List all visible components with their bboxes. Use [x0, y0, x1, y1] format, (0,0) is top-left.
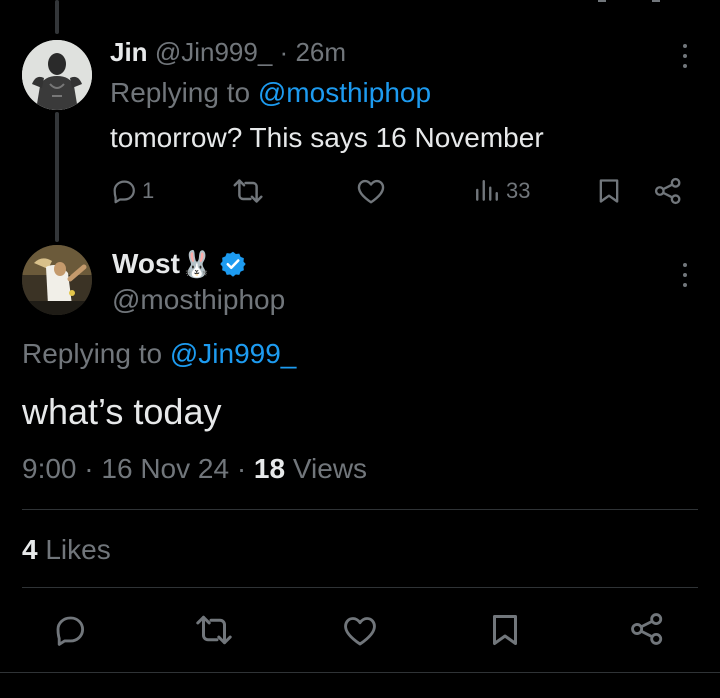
main-author-row: Wost 🐰: [112, 247, 247, 281]
share-icon: [631, 613, 663, 645]
parent-text: tomorrow? This says 16 November: [110, 122, 544, 153]
views-icon: [476, 180, 498, 201]
bottom-divider: [0, 672, 720, 673]
parent-more-icon[interactable]: [682, 44, 688, 74]
main-author-handle[interactable]: @mosthiphop: [112, 283, 285, 317]
parent-author-handle[interactable]: @Jin999_: [155, 37, 272, 67]
main-views-label: Views: [292, 453, 368, 484]
like-icon: [357, 179, 385, 204]
main-reply-button[interactable]: [52, 612, 88, 648]
replying-label: Replying to: [110, 77, 251, 108]
parent-replying-to: Replying to @mosthiphop: [110, 76, 431, 110]
main-replying-label: Replying to: [22, 338, 163, 369]
verified-badge-icon: [220, 251, 247, 277]
main-retweet-button[interactable]: [194, 612, 234, 648]
divider-top: [22, 509, 698, 510]
bookmark-icon: [493, 615, 517, 645]
main-views-count[interactable]: 18: [254, 453, 285, 484]
divider-bottom: [22, 587, 698, 588]
reply-icon: [113, 180, 135, 204]
main-replying-to: Replying to @Jin999_: [22, 337, 296, 371]
retweet-icon: [196, 615, 232, 645]
main-date[interactable]: 16 Nov 24: [101, 453, 229, 484]
share-icon: [654, 177, 681, 205]
separator-dot: ·: [236, 453, 247, 484]
name-emoji: 🐰: [180, 248, 214, 279]
parent-like-button[interactable]: [356, 176, 386, 206]
like-icon: [344, 617, 376, 646]
avatar-wost[interactable]: [22, 245, 92, 315]
thread-line-connector: [55, 112, 59, 242]
main-bookmark-button[interactable]: [490, 612, 520, 648]
main-time[interactable]: 9:00: [22, 453, 77, 484]
parent-header: Jin @Jin999_ · 26m: [110, 35, 346, 69]
bookmark-icon: [599, 179, 619, 203]
parent-share-button[interactable]: [654, 176, 682, 206]
parent-retweet-button[interactable]: [232, 176, 264, 206]
parent-author-name[interactable]: Jin: [110, 37, 148, 67]
avatar-jin[interactable]: [22, 40, 92, 110]
reply-icon: [56, 616, 85, 646]
likes-count: 4: [22, 534, 38, 565]
thread-line-top: [55, 0, 59, 34]
main-more-icon[interactable]: [682, 263, 688, 293]
main-author-name[interactable]: Wost: [112, 248, 180, 280]
parent-bookmark-button[interactable]: [596, 176, 622, 206]
parent-reply-count: 1: [142, 178, 155, 203]
main-replying-to-link[interactable]: @Jin999_: [170, 338, 297, 369]
parent-reply-button[interactable]: 1: [110, 176, 154, 206]
separator-dot: ·: [279, 37, 289, 67]
parent-time-ago[interactable]: 26m: [295, 37, 346, 67]
main-share-button[interactable]: [630, 612, 664, 646]
retweet-icon: [233, 179, 263, 203]
main-tweet-text: what’s today: [22, 391, 222, 432]
parent-view-count: 33: [506, 178, 531, 203]
parent-views-button[interactable]: 33: [474, 176, 530, 206]
likes-label: Likes: [45, 534, 111, 565]
replying-to-link[interactable]: @mosthiphop: [258, 77, 431, 108]
separator-dot: ·: [84, 453, 94, 484]
main-like-button[interactable]: [342, 614, 378, 647]
likes-row[interactable]: 4 Likes: [22, 533, 111, 567]
main-timestamp-row: 9:00 · 16 Nov 24 · 18 Views: [22, 452, 367, 486]
top-edge-icons: [596, 0, 666, 4]
